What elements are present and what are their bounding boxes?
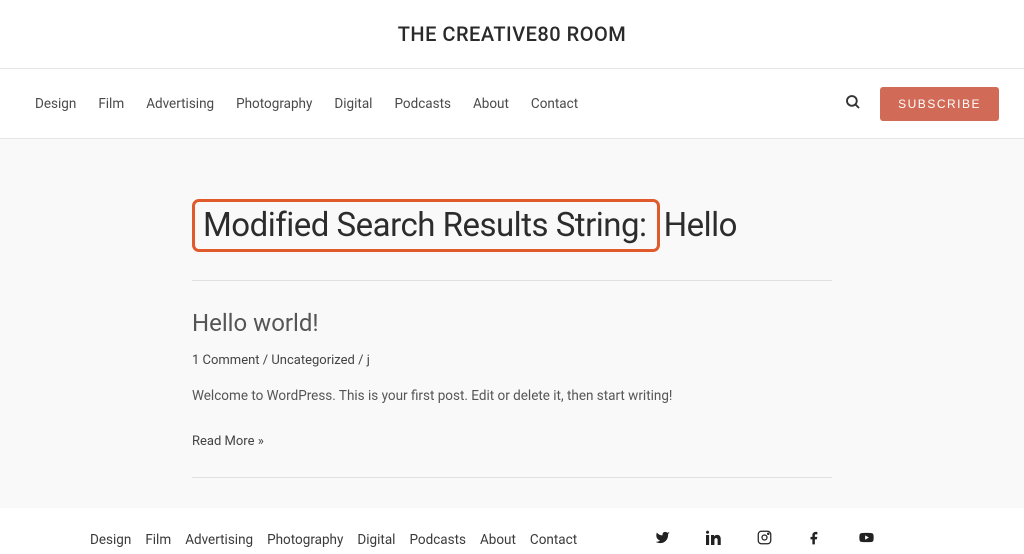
post-comments-link[interactable]: 1 Comment <box>192 353 260 368</box>
search-term: Hello <box>664 206 737 245</box>
footer-link-about[interactable]: About <box>480 532 516 548</box>
instagram-icon[interactable] <box>757 530 772 549</box>
nav-link-digital[interactable]: Digital <box>334 96 372 112</box>
post-author-link[interactable]: j <box>367 353 370 368</box>
footer-link-photography[interactable]: Photography <box>267 532 343 548</box>
nav-link-design[interactable]: Design <box>35 96 76 112</box>
post-item: Hello world! 1 Comment / Uncategorized /… <box>192 309 832 478</box>
primary-navbar: Design Film Advertising Photography Digi… <box>0 69 1024 139</box>
footer-link-digital[interactable]: Digital <box>357 532 395 548</box>
social-icons <box>655 530 984 549</box>
nav-link-film[interactable]: Film <box>98 96 124 112</box>
site-footer: Design Film Advertising Photography Digi… <box>0 508 1024 549</box>
linkedin-icon[interactable] <box>706 530 721 549</box>
search-prefix-highlight: Modified Search Results String: <box>192 199 660 252</box>
twitter-icon[interactable] <box>655 530 670 549</box>
nav-link-contact[interactable]: Contact <box>531 96 578 112</box>
post-meta: 1 Comment / Uncategorized / j <box>192 353 832 368</box>
facebook-icon[interactable] <box>808 530 823 549</box>
content-area: Modified Search Results String:Hello Hel… <box>0 139 1024 508</box>
footer-link-design[interactable]: Design <box>90 532 131 548</box>
footer-nav: Design Film Advertising Photography Digi… <box>90 532 655 548</box>
subscribe-button[interactable]: SUBSCRIBE <box>880 87 999 121</box>
nav-link-photography[interactable]: Photography <box>236 96 312 112</box>
footer-link-contact[interactable]: Contact <box>530 532 577 548</box>
footer-link-podcasts[interactable]: Podcasts <box>409 532 466 548</box>
youtube-icon[interactable] <box>859 530 874 549</box>
post-category-link[interactable]: Uncategorized <box>271 353 354 368</box>
nav-link-podcasts[interactable]: Podcasts <box>394 96 451 112</box>
nav-menu: Design Film Advertising Photography Digi… <box>35 96 844 112</box>
post-title[interactable]: Hello world! <box>192 309 832 337</box>
read-more-link[interactable]: Read More » <box>192 434 264 477</box>
nav-right: SUBSCRIBE <box>844 87 999 121</box>
meta-sep: / <box>355 353 367 368</box>
meta-sep: / <box>260 353 272 368</box>
post-excerpt: Welcome to WordPress. This is your first… <box>192 388 832 404</box>
site-header: THE CREATIVE80 ROOM <box>0 0 1024 69</box>
search-results-heading: Modified Search Results String:Hello <box>192 199 832 281</box>
search-icon[interactable] <box>844 93 862 115</box>
nav-link-advertising[interactable]: Advertising <box>146 96 214 112</box>
site-title[interactable]: THE CREATIVE80 ROOM <box>0 22 1024 46</box>
footer-link-film[interactable]: Film <box>145 532 171 548</box>
footer-link-advertising[interactable]: Advertising <box>185 532 253 548</box>
nav-link-about[interactable]: About <box>473 96 509 112</box>
